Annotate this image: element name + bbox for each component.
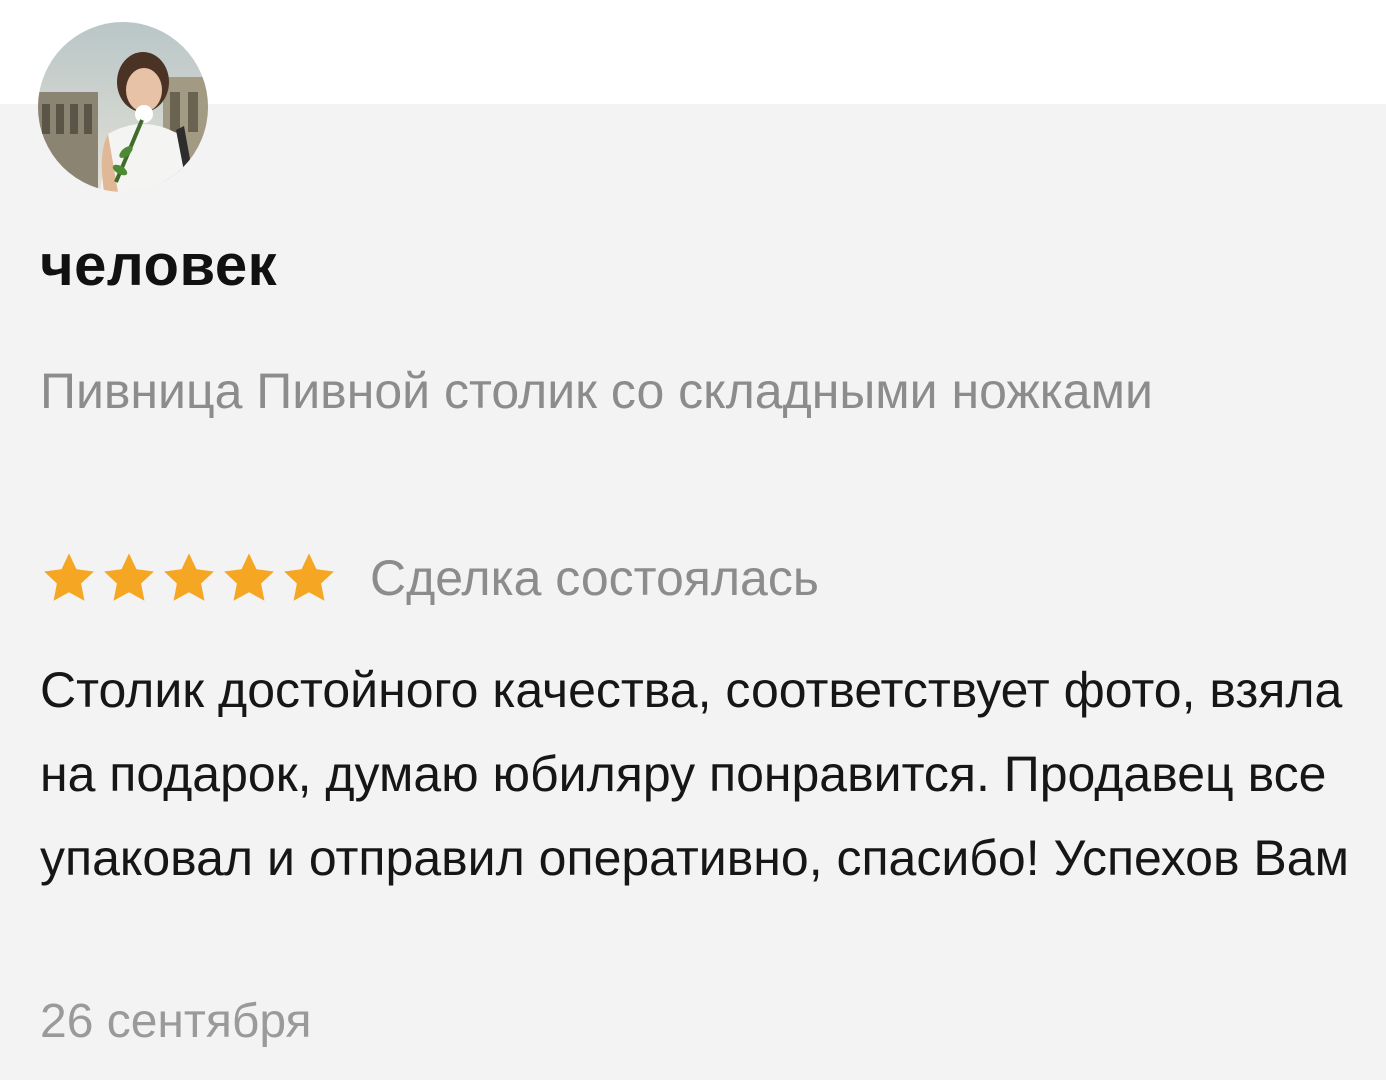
deal-status: Сделка состоялась: [370, 550, 819, 606]
product-name[interactable]: Пивница Пивной столик со складными ножка…: [40, 352, 1240, 430]
star-icon: [44, 553, 94, 601]
star-icon: [224, 553, 274, 601]
review-date: 26 сентября: [40, 995, 312, 1048]
author-name[interactable]: человек: [40, 232, 277, 299]
star-rating: [40, 549, 338, 607]
review-text: Столик достойного качества, соответствуе…: [40, 662, 1349, 886]
star-icon: [284, 553, 334, 601]
user-photo: [38, 22, 208, 192]
avatar[interactable]: [38, 22, 208, 192]
rating-row: Сделка состоялась: [40, 546, 819, 610]
star-icon: [164, 553, 214, 601]
star-icon: [104, 553, 154, 601]
